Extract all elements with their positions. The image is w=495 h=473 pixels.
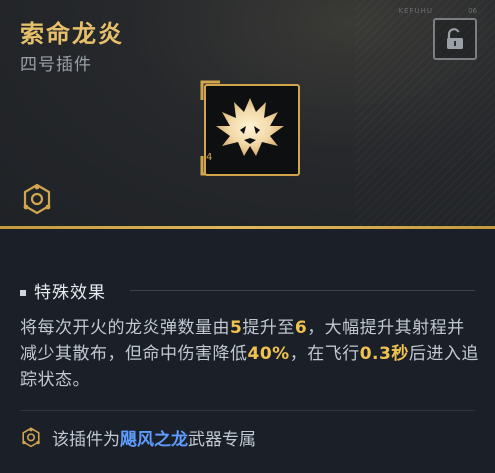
exclusive-small-icon [22,426,40,447]
exclusive-weapon-row: 该插件为 飓风之龙 武器专属 [20,425,256,450]
effect-description: 将每次开火的龙炎弹数量由5提升至6，大幅提升其射程并减少其散布，但命中伤害降低4… [20,315,480,393]
exclusive-weapon-icon [23,183,51,215]
plugin-detail-card: 索命龙炎 四号插件 KEFUHU 06 4 特殊效果 将每次开火的龙炎弹数量由5… [0,0,495,473]
bullet-icon [20,290,26,296]
dragon-flame-icon [216,98,284,156]
effect-value-to: 6 [294,318,308,338]
tiny-number: 06 [468,7,477,15]
effect-title-line [130,290,475,291]
tiny-code: KEFUHU [398,7,433,15]
effect-title-label: 特殊效果 [34,283,106,303]
unlock-icon [447,28,463,49]
effect-desc-part1: 将每次开火的龙炎弹数量由 [20,318,230,338]
exclusive-suffix: 武器专属 [188,430,256,450]
plugin-name: 索命龙炎 [20,20,124,48]
effect-desc-part2: 提升至 [242,318,295,338]
plugin-slot-number: 4 [206,152,213,163]
effect-value-time: 0.3秒 [359,344,409,364]
effect-value-from: 5 [230,318,243,338]
section-separator [20,410,475,411]
plugin-type: 四号插件 [20,55,92,75]
effect-value-penalty: 40% [247,344,290,364]
effect-section-title: 特殊效果 [20,278,106,303]
exclusive-weapon-link[interactable]: 飓风之龙 [120,425,188,450]
effect-desc-part4: ，在飞行 [289,344,360,364]
exclusive-prefix: 该插件为 [52,430,120,450]
lock-button[interactable] [433,18,477,60]
plugin-icon-frame: 4 [200,80,300,176]
